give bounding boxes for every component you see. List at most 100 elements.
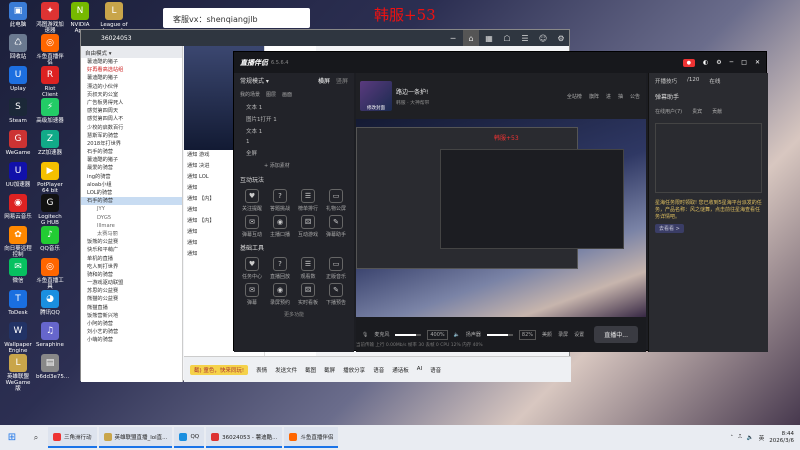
chat-tool-button[interactable]: 截图 [305, 366, 316, 374]
group-list-item[interactable]: 薯迪酷的猪子 [81, 156, 182, 164]
chat-tool-button[interactable]: AI [417, 366, 422, 374]
group-list-item[interactable]: 小萌的骑营 [81, 336, 182, 344]
stage-tool-button[interactable]: 旗阵 [589, 93, 599, 100]
group-list-item[interactable]: aloab小组 [81, 181, 182, 189]
mic-volume[interactable]: 400% [427, 329, 448, 340]
volume-icon[interactable]: 🔈 [747, 435, 754, 441]
group-list-item[interactable]: ing的骑营 [81, 173, 182, 181]
network-icon[interactable]: ⎍ [738, 434, 742, 441]
taskbar-item[interactable]: QQ [174, 427, 205, 448]
group-list-item[interactable]: 石手的骑营 [81, 197, 182, 206]
desktop-shortcut[interactable]: ♪ QQ音乐 [36, 226, 64, 252]
chat-tool-button[interactable]: 表情 [256, 366, 267, 374]
scene-item[interactable]: 文本 1 [234, 125, 354, 137]
add-source-button[interactable]: + 添加素材 [234, 159, 354, 172]
desktop-shortcut[interactable]: ♫ Seraphine [36, 322, 64, 348]
group-list-item[interactable]: 少校的启数百行 [81, 124, 182, 132]
taskbar-item[interactable]: 英雄联盟直播_lol直... [98, 427, 173, 448]
desktop-shortcut[interactable]: S Steam [4, 98, 32, 124]
start-icon[interactable]: ⊞ [0, 425, 24, 450]
more-functions-link[interactable]: 更多功能 [234, 308, 354, 321]
desktop-shortcut[interactable]: ⚡ 高级加速器 [36, 98, 64, 124]
desktop-shortcut[interactable]: ◎ 斗鱼直播伴侣 [36, 34, 64, 66]
cover-image[interactable]: 修改封面 [360, 81, 392, 111]
stage-tool-button[interactable]: 全站榜 [567, 93, 582, 100]
record-button[interactable]: 录屏 [558, 331, 568, 338]
desktop-shortcut[interactable]: ▤ b6dd3e75... [36, 354, 69, 380]
interact-tool[interactable]: ◉ 主播口播 [266, 215, 294, 238]
group-list-item[interactable]: 熊猫直播 [81, 304, 182, 312]
taskbar-item[interactable]: 三角洲行动 [48, 427, 97, 448]
group-list-item[interactable]: Illmare [81, 222, 182, 230]
tab-canvas[interactable]: 画面 [282, 91, 292, 98]
group-list-item[interactable]: 薯迪酷的猪子 [81, 74, 182, 82]
chat-tool-button[interactable]: 语音 [373, 366, 384, 374]
interact-tool[interactable]: ✎ 弹幕助手 [322, 215, 350, 238]
tab-my-scenes[interactable]: 我的场景 [240, 91, 260, 98]
group-list-item[interactable]: JYY [81, 205, 182, 213]
interact-tool[interactable]: ? 答题挑战 [266, 189, 294, 212]
interact-tool[interactable]: ⚄ 互动游戏 [294, 215, 322, 238]
interact-tool[interactable]: ✉ 弹幕互动 [238, 215, 266, 238]
chat-tool-button[interactable]: 通话板 [392, 366, 409, 374]
gamepad-icon[interactable]: ☖ [499, 30, 515, 46]
desktop-shortcut[interactable]: ✿ 向日葵远程控制 [4, 226, 32, 258]
mic-icon[interactable]: 🎙 [362, 332, 368, 338]
speaker-icon[interactable]: 🔈 [454, 332, 460, 338]
desktop-shortcut[interactable]: ◉ 网易云音乐 [4, 194, 32, 220]
tab-contribution[interactable]: 贡献 [712, 108, 722, 115]
home-icon[interactable]: ⌂ [463, 30, 479, 46]
taskbar-item[interactable]: 斗鱼直播伴侣 [284, 427, 339, 448]
desktop-shortcut[interactable]: R Riot Client [36, 66, 64, 98]
chat-tool-button[interactable]: 截屏 [324, 366, 335, 374]
avatar[interactable]: ◐ [703, 59, 708, 66]
interact-tool[interactable]: ♥ 关注提醒 [238, 189, 266, 212]
mode-tab-portrait[interactable]: 竖屏 [336, 76, 348, 85]
stage-tool-button[interactable]: 公告 [630, 93, 640, 100]
basic-tool[interactable]: ♥ 任务中心 [238, 257, 266, 280]
group-list-item[interactable]: DYG5 [81, 214, 182, 222]
desktop-shortcut[interactable]: Z ZZ加速器 [36, 130, 64, 156]
group-list-item[interactable]: 好再看高选站组 [81, 66, 182, 74]
chat-tool-button[interactable]: 播放分享 [343, 366, 365, 374]
interact-tool[interactable]: ☰ 榜单排行 [294, 189, 322, 212]
group-list-item[interactable]: 一游戏驱动联盟 [81, 279, 182, 287]
basic-tool[interactable]: ✎ 下播预告 [322, 283, 350, 306]
group-list-item[interactable]: 石手的骑营 [81, 148, 182, 156]
group-list-item[interactable]: 页叔天的公室 [81, 91, 182, 99]
minimize-icon[interactable]: ─ [445, 30, 461, 46]
mode-tab-landscape[interactable]: 横屏 [318, 76, 330, 85]
search-icon[interactable]: ⌕ [24, 425, 48, 450]
tab-online-users[interactable]: 在线用户(7) [655, 108, 682, 115]
group-list-item[interactable]: 小阿的骑营 [81, 320, 182, 328]
basic-tool[interactable]: ▭ 正版音乐 [322, 257, 350, 280]
group-list-item[interactable]: 漂边的小伙伴 [81, 83, 182, 91]
settings-icon[interactable]: ⚙ [553, 30, 569, 46]
basic-tool[interactable]: ⚄ 实时看板 [294, 283, 322, 306]
desktop-shortcut[interactable]: L 英雄联盟 WeGame版 [4, 354, 32, 392]
group-list-item[interactable]: 饭熊的公益赛 [81, 238, 182, 246]
desktop-shortcut[interactable]: U UU加速器 [4, 162, 32, 188]
group-list-item[interactable]: 慧斯军的骑营 [81, 132, 182, 140]
beauty-button[interactable]: 美颜 [542, 331, 552, 338]
desktop-shortcut[interactable]: ▶ PotPlayer 64 bit [36, 162, 64, 194]
group-list-item[interactable]: 广告板男得死人 [81, 99, 182, 107]
group-list-item[interactable]: 吃人到打世界 [81, 263, 182, 271]
desktop-shortcut[interactable]: U Uplay [4, 66, 32, 92]
basic-tool[interactable]: ? 直播回放 [266, 257, 294, 280]
grid-icon[interactable]: ▦ [481, 30, 497, 46]
scene-item[interactable]: 文本 1 [234, 101, 354, 113]
group-list-header[interactable]: 自由模式 ▾ [81, 46, 182, 58]
desktop-shortcut[interactable]: G Logitech G HUB [36, 194, 64, 226]
group-list-item[interactable]: 骑和的骑营 [81, 271, 182, 279]
group-list-item[interactable]: LOL的骑营 [81, 189, 182, 197]
maximize-icon[interactable]: □ [741, 59, 747, 66]
group-list-item[interactable]: 刘小艺的骑营 [81, 328, 182, 336]
basic-tool[interactable]: ◉ 录屏预约 [266, 283, 294, 306]
group-list-item[interactable]: 快乐和平萌广 [81, 246, 182, 254]
chat-tool-button[interactable]: 语音 [430, 366, 441, 374]
scene-item[interactable]: 1 [234, 137, 354, 147]
desktop-shortcut[interactable]: T ToDesk [4, 290, 32, 316]
mode-select[interactable]: 常规模式 ▾ [240, 76, 269, 85]
group-list-item[interactable]: 感觉第四周人不 [81, 115, 182, 123]
